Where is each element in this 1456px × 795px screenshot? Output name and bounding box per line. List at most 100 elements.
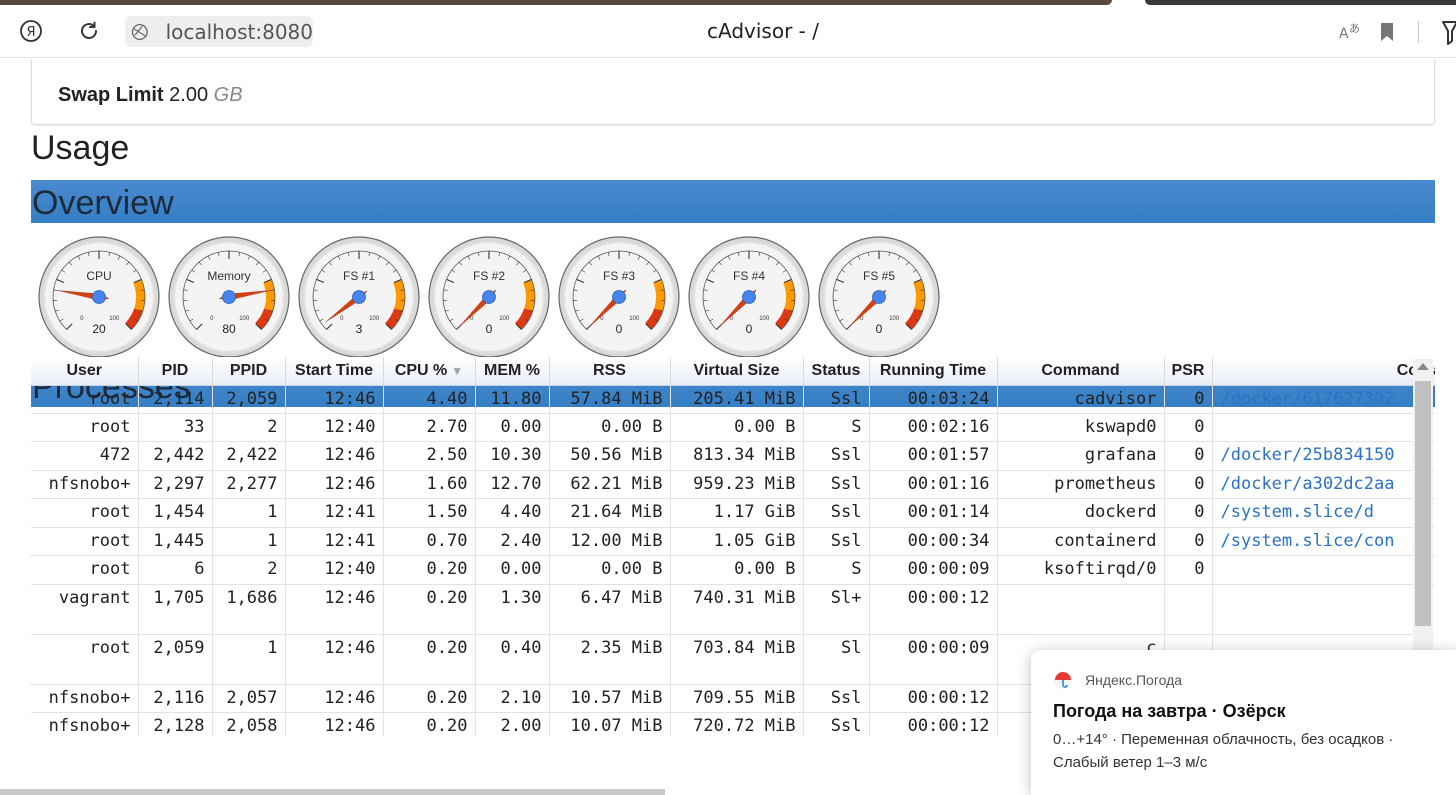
bookmark-icon[interactable]: [1379, 22, 1395, 47]
table-cell: Sl: [803, 634, 870, 685]
table-row[interactable]: vagrant 1,705 1,686 12:46 0.20 1.30 6.47 MiB 74…: [31, 584, 1435, 635]
table-cell: [997, 584, 1165, 635]
swap-limit-label: Swap Limit: [58, 84, 164, 106]
table-cell: 4.40: [383, 385, 476, 414]
col-header-ppid[interactable]: PPID: [212, 357, 286, 386]
overview-header[interactable]: Overview: [31, 180, 1435, 223]
table-cell[interactable]: /docker/617627302: [1212, 385, 1435, 414]
table-cell: 2.40: [475, 527, 550, 556]
notification-app-name: Яндекс.Погода: [1085, 672, 1183, 688]
gauge-hub: [92, 290, 106, 304]
scrollbar-thumb[interactable]: [1415, 381, 1431, 626]
table-cell: 2.50: [383, 441, 476, 471]
col-header-cpu-label[interactable]: CPU %: [395, 362, 447, 379]
table-row[interactable]: root 1,445 1 12:41 0.70 2.40 12.00 MiB 1.05 GiB…: [31, 527, 1435, 556]
gauge-label: FS #2: [473, 269, 505, 283]
gauge-fs-3: 0 100 FS #3 0: [557, 235, 681, 359]
table-cell: 12:46: [285, 584, 384, 635]
col-header-cpu[interactable]: CPU % ▼: [383, 357, 476, 386]
col-header-command[interactable]: Command: [997, 357, 1165, 386]
table-cell: 0.20: [383, 584, 476, 635]
gauge-max-label: 100: [629, 316, 640, 322]
scroll-up-icon[interactable]: [1417, 363, 1429, 370]
swap-limit-card: Swap Limit 2.00 GB: [31, 59, 1435, 125]
table-cell: 6.47 MiB: [549, 584, 671, 635]
tab-indicator[interactable]: [1145, 0, 1456, 5]
table-cell: 2.35 MiB: [549, 634, 671, 685]
table-row[interactable]: root 2,114 2,059 12:46 4.40 11.80 57.84 MiB 205…: [31, 385, 1435, 414]
notification-body: 0…+14° · Переменная облачность, без осад…: [1053, 731, 1394, 771]
table-cell: 0.40: [475, 634, 550, 685]
table-row[interactable]: nfsnobo+ 2,297 2,277 12:46 1.60 12.70 62.21 Mi…: [31, 470, 1435, 499]
notification-title: Погода на завтра · Озёрск: [1053, 701, 1286, 721]
col-header-psr[interactable]: PSR: [1164, 357, 1213, 386]
table-cell: 703.84 MiB: [670, 634, 804, 685]
table-cell: 0: [1164, 385, 1213, 414]
gauge-value: 0: [876, 322, 883, 336]
col-header-running-time[interactable]: Running Time: [869, 357, 998, 386]
col-header-container[interactable]: Contai: [1212, 357, 1435, 386]
table-cell: 00:01:57: [869, 441, 998, 471]
table-cell: 1,686: [212, 584, 286, 635]
table-cell[interactable]: /system.slice/con: [1212, 527, 1435, 556]
table-header-row: User PID PPID Start Time CPU % ▼ MEM % RS…: [31, 357, 1435, 386]
gauge-dial: 0 100FS #13: [298, 236, 420, 358]
table-row[interactable]: 472 2,442 2,422 12:46 2.50 10.30 50.56 MiB 813.…: [31, 441, 1435, 471]
table-cell: 00:00:34: [869, 527, 998, 556]
table-row[interactable]: root 33 2 12:40 2.70 0.00 0.00 B 0.00 B S 00:02:1…: [31, 413, 1435, 442]
col-header-status[interactable]: Status: [803, 357, 870, 386]
table-cell: 2,058: [212, 712, 286, 736]
table-cell: 0.00 B: [549, 555, 671, 585]
table-cell: 0.00 B: [670, 555, 804, 585]
col-header-virtual-size[interactable]: Virtual Size: [670, 357, 804, 386]
horizontal-scrollbar[interactable]: [0, 789, 665, 795]
table-cell: 1,445: [138, 527, 213, 556]
gauge-value: 0: [486, 322, 493, 336]
table-cell: 12:40: [285, 413, 384, 442]
extensions-icon[interactable]: [1441, 20, 1456, 51]
gauge-max-label: 100: [369, 316, 380, 322]
gauge-dial: 0 100FS #50: [818, 236, 940, 358]
table-cell: 10.07 MiB: [549, 712, 671, 736]
tab-indicator[interactable]: [0, 0, 1112, 5]
gauge-label: FS #5: [863, 269, 895, 283]
svg-text:A: A: [1339, 26, 1349, 42]
table-cell: [1212, 413, 1435, 442]
table-cell: 205.41 MiB: [670, 385, 804, 414]
table-cell: ksoftirqd/0: [997, 555, 1165, 585]
gauge-memory: 0 100 Memory 80: [167, 235, 291, 359]
col-header-pid[interactable]: PID: [138, 357, 213, 386]
table-cell: 1,454: [138, 498, 213, 528]
table-cell: Ssl: [803, 498, 870, 528]
table-cell[interactable]: /docker/a302dc2aa: [1212, 470, 1435, 499]
table-cell: 1: [212, 498, 286, 528]
col-header-mem[interactable]: MEM %: [475, 357, 550, 386]
col-header-start-time[interactable]: Start Time: [285, 357, 384, 386]
gauge-label: CPU: [86, 269, 111, 283]
translate-icon[interactable]: Aあ: [1339, 20, 1363, 47]
weather-notification[interactable]: Яндекс.Погода Погода на завтра · Озёрск …: [1031, 650, 1456, 795]
table-cell[interactable]: /system.slice/d: [1212, 498, 1435, 528]
table-cell: 2,128: [138, 712, 213, 736]
col-header-rss[interactable]: RSS: [549, 357, 671, 386]
swap-limit-line: Swap Limit 2.00 GB: [58, 84, 243, 107]
table-row[interactable]: root 1,454 1 12:41 1.50 4.40 21.64 MiB 1.17 GiB…: [31, 498, 1435, 528]
gauge-dial: 0 100FS #20: [428, 236, 550, 358]
table-cell: cadvisor: [997, 385, 1165, 414]
table-cell: vagrant: [31, 584, 139, 635]
table-cell: 2,422: [212, 441, 286, 471]
gauge-max-label: 100: [759, 316, 770, 322]
col-header-user[interactable]: User: [31, 357, 139, 386]
table-cell: 1.60: [383, 470, 476, 499]
table-cell: 2.00: [475, 712, 550, 736]
gauge-value: 80: [222, 322, 236, 336]
table-cell: [1164, 584, 1213, 635]
table-cell: 2,277: [212, 470, 286, 499]
table-cell: 12:40: [285, 555, 384, 585]
gauges-panel: 0 100 CPU 20 0 100 Memory 80 0 100 FS #1 3 0 100 FS #2…: [31, 223, 1435, 364]
browser-toolbar: Я localhost:8080 cAdvisor - / Aあ: [0, 6, 1456, 58]
table-row[interactable]: root 6 2 12:40 0.20 0.00 0.00 B 0.00 B S 00:00:09…: [31, 555, 1435, 585]
table-cell: 0: [1164, 498, 1213, 528]
table-cell: 1.30: [475, 584, 550, 635]
table-cell[interactable]: /docker/25b834150: [1212, 441, 1435, 471]
